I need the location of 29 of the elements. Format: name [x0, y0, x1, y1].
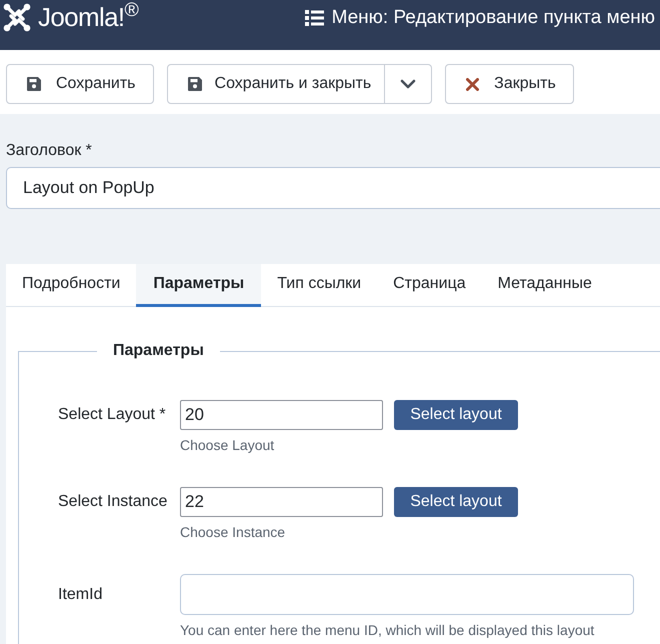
tab[interactable]: Тип ссылки [261, 264, 378, 307]
logo-wordmark: Joomla!$^{®}$ [38, 2, 138, 32]
help-text: Choose Layout [180, 437, 274, 453]
title-label: Заголовок * [6, 141, 92, 161]
select-button[interactable]: Select layout [394, 487, 518, 517]
tab[interactable]: Страница [377, 264, 482, 307]
tab[interactable]: Подробности [6, 264, 136, 307]
page-title: Меню: Редактирование пункта меню [332, 6, 655, 30]
tab[interactable]: Параметры [136, 264, 262, 307]
text-input[interactable] [180, 574, 634, 615]
fieldset-legend: Параметры [97, 341, 220, 361]
tab[interactable]: Метаданные [482, 264, 608, 307]
title-input[interactable]: Layout on PopUp [6, 167, 660, 209]
logo-icon [3, 2, 31, 32]
close-button[interactable]: Закрыть [445, 64, 574, 104]
list-icon [304, 10, 324, 26]
select-button[interactable]: Select layout [394, 400, 518, 430]
field-label: ItemId [58, 584, 102, 604]
text-input[interactable]: 20 [180, 400, 383, 430]
field-label: Select Layout * [58, 405, 166, 425]
caret-icon [400, 79, 416, 89]
dropdown-toggle[interactable] [385, 64, 432, 104]
text-input[interactable]: 22 [180, 487, 383, 517]
help-text: You can enter here the menu ID, which will be displayed this layout [180, 622, 594, 638]
field-label: Select Instance [58, 492, 168, 512]
save-button[interactable]: Сохранить [6, 64, 154, 104]
close-icon [466, 78, 480, 90]
help-text: Choose Instance [180, 524, 286, 540]
save-and-close-button[interactable]: Сохранить и закрыть [166, 64, 386, 104]
